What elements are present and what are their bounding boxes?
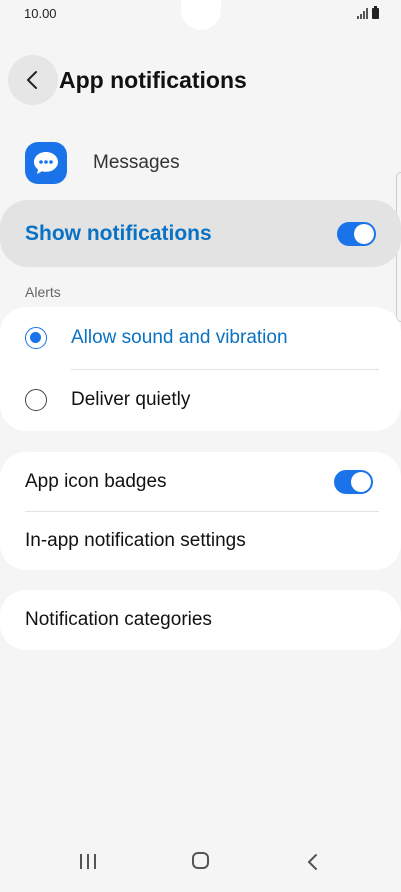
- app-icon-badges-label: App icon badges: [25, 470, 167, 492]
- radio-unselected-icon[interactable]: [25, 389, 47, 411]
- app-icon-badges-toggle[interactable]: [334, 469, 373, 494]
- navigation-bar: [0, 836, 401, 892]
- alert-option-deliver-quietly[interactable]: Deliver quietly: [0, 369, 401, 431]
- toggle-knob: [354, 223, 374, 244]
- recent-apps-button[interactable]: [80, 854, 96, 869]
- back-button[interactable]: [8, 55, 58, 105]
- show-notifications-label: Show notifications: [25, 221, 212, 245]
- in-app-notification-settings-row[interactable]: In-app notification settings: [0, 511, 401, 570]
- alert-option-allow-sound[interactable]: Allow sound and vibration: [0, 307, 401, 369]
- app-name: Messages: [93, 152, 180, 173]
- notification-categories-label: Notification categories: [25, 609, 212, 630]
- camera-notch: [181, 0, 221, 30]
- app-icon-badges-row[interactable]: App icon badges: [0, 452, 401, 511]
- in-app-notification-settings-label: In-app notification settings: [25, 529, 246, 551]
- header: App notifications: [8, 54, 247, 106]
- alerts-card: Allow sound and vibration Deliver quietl…: [0, 307, 401, 431]
- battery-icon: [372, 6, 379, 19]
- nav-back-button[interactable]: [306, 852, 320, 872]
- chat-bubble-icon: [34, 152, 58, 174]
- status-icons: [357, 6, 379, 19]
- page-title: App notifications: [59, 66, 247, 93]
- signal-icon: [357, 8, 368, 19]
- status-bar: 10.00: [0, 0, 401, 30]
- alert-option-label: Deliver quietly: [71, 389, 191, 410]
- alerts-section-header: Alerts: [25, 284, 61, 300]
- toggle-knob: [351, 471, 371, 492]
- chevron-left-icon: [27, 71, 37, 89]
- alert-option-label: Allow sound and vibration: [71, 327, 288, 348]
- show-notifications-toggle[interactable]: [337, 221, 376, 246]
- radio-selected-icon[interactable]: [25, 327, 47, 349]
- notification-categories-row[interactable]: Notification categories: [0, 590, 401, 650]
- categories-card: Notification categories: [0, 590, 401, 650]
- messages-app-icon: [25, 142, 67, 184]
- app-row: Messages: [25, 142, 180, 184]
- home-button[interactable]: [192, 852, 209, 869]
- status-time: 10.00: [24, 6, 57, 21]
- badges-card: App icon badges In-app notification sett…: [0, 452, 401, 570]
- show-notifications-row[interactable]: Show notifications: [0, 200, 401, 267]
